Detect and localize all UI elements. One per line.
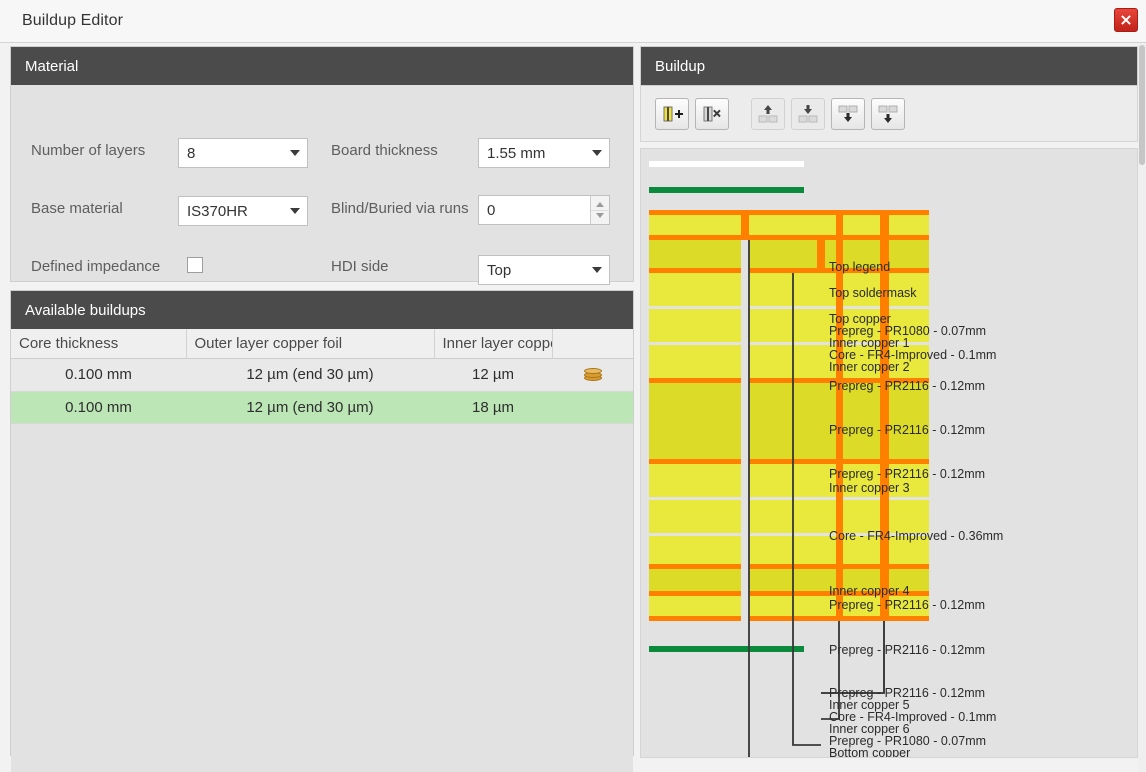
board-thickness-select[interactable]: 1.55 mm <box>478 138 610 168</box>
layer-label: Prepreg - PR2116 - 0.12mm <box>829 423 986 437</box>
blind-buried-via-runs-value: 0 <box>487 202 496 219</box>
column-header-core-thickness[interactable]: Core thickness <box>11 329 187 359</box>
defined-impedance-label: Defined impedance <box>31 258 161 275</box>
close-icon[interactable] <box>1114 8 1138 32</box>
right-column: Buildup Top legend Top soldermask Top co… <box>640 46 1138 764</box>
chevron-down-icon <box>290 208 300 214</box>
window-scrollbar[interactable] <box>1138 43 1146 772</box>
available-buildups-table: Core thickness Outer layer copper foil I… <box>11 329 633 424</box>
buildup-editor-window: Buildup Editor Material Number of layers… <box>0 0 1146 772</box>
number-of-layers-label: Number of layers <box>31 142 146 159</box>
layer-label: Inner copper 3 <box>829 481 910 495</box>
cell-inner-layer-copper: 12 µm <box>434 358 552 392</box>
cell-core-thickness: 0.100 mm <box>11 391 186 424</box>
hdi-side-value: Top <box>487 262 512 279</box>
blind-buried-via-runs-label: Blind/Buried via runs <box>331 200 469 217</box>
material-form: Number of layers 8 Board thickness 1.55 … <box>11 85 633 285</box>
table-header-row: Core thickness Outer layer copper foil I… <box>11 329 633 359</box>
coin-icon <box>583 367 603 384</box>
stepper-down-icon[interactable] <box>596 213 604 218</box>
layer-label: Core - FR4-Improved - 0.36mm <box>829 529 1004 543</box>
base-material-label: Base material <box>31 200 123 217</box>
chevron-down-icon <box>290 150 300 156</box>
layer-label: Prepreg - PR2116 - 0.12mm <box>829 643 986 657</box>
scrollbar-thumb[interactable] <box>1139 45 1145 165</box>
layer-label: Prepreg - PR2116 - 0.12mm <box>829 379 986 393</box>
table-empty-area <box>11 423 633 772</box>
window-titlebar: Buildup Editor <box>0 0 1146 43</box>
board-thickness-label: Board thickness <box>331 142 438 159</box>
number-of-layers-select[interactable]: 8 <box>178 138 308 168</box>
cell-core-thickness: 0.100 mm <box>11 358 186 392</box>
stepper-up-icon[interactable] <box>596 202 604 207</box>
number-of-layers-value: 8 <box>187 145 196 162</box>
delete-layer-button[interactable] <box>695 97 729 130</box>
base-material-select[interactable]: IS370HR <box>178 196 308 226</box>
cell-coin <box>552 391 633 424</box>
move-layer-down-button[interactable] <box>791 97 825 130</box>
table-row[interactable]: 0.100 mm 12 µm (end 30 µm) 12 µm <box>11 358 633 392</box>
material-panel-header: Material <box>11 47 633 85</box>
table-row[interactable]: 0.100 mm 12 µm (end 30 µm) 18 µm <box>11 391 633 424</box>
stepper-buttons[interactable] <box>590 196 610 224</box>
cell-outer-layer-copper-foil: 12 µm (end 30 µm) <box>186 391 434 424</box>
available-buildups-header: Available buildups <box>11 291 633 329</box>
available-buildups-panel: Available buildups Core thickness Outer … <box>10 290 634 772</box>
stepper-divider <box>591 210 610 211</box>
cell-outer-layer-copper-foil: 12 µm (end 30 µm) <box>186 358 434 392</box>
defined-impedance-checkbox[interactable] <box>187 257 203 273</box>
layer-label: Inner copper 4 <box>829 584 910 598</box>
hdi-side-label: HDI side <box>331 258 389 275</box>
column-header-icon[interactable] <box>552 329 633 359</box>
add-layer-button[interactable] <box>655 97 689 130</box>
blind-buried-via-runs-stepper[interactable]: 0 <box>478 195 610 225</box>
layer-label: Inner copper 2 <box>829 360 910 374</box>
column-header-inner-layer-copper[interactable]: Inner layer copper <box>434 329 553 359</box>
merge-down-button[interactable] <box>871 97 905 130</box>
left-column: Material Number of layers 8 Board thickn… <box>10 46 634 772</box>
chevron-down-icon <box>592 267 602 273</box>
stackup-graphic <box>649 161 929 757</box>
cell-coin[interactable] <box>552 358 633 392</box>
board-thickness-value: 1.55 mm <box>487 145 546 162</box>
buildup-diagram[interactable]: Top legend Top soldermask Top copper Pre… <box>640 148 1138 758</box>
layer-label: Prepreg - PR2116 - 0.12mm <box>829 467 986 481</box>
window-title: Buildup Editor <box>22 12 124 29</box>
material-panel: Material Number of layers 8 Board thickn… <box>10 46 634 285</box>
layer-label: Bottom copper <box>829 746 911 758</box>
chevron-down-icon <box>592 150 602 156</box>
merge-up-button[interactable] <box>831 97 865 130</box>
column-header-outer-layer-copper-foil[interactable]: Outer layer copper foil <box>186 329 435 359</box>
layer-label: Top soldermask <box>829 286 917 300</box>
layer-label: Top legend <box>829 260 891 274</box>
cell-inner-layer-copper: 18 µm <box>434 391 552 424</box>
layer-label: Prepreg - PR2116 - 0.12mm <box>829 598 986 612</box>
move-layer-up-button[interactable] <box>751 97 785 130</box>
buildup-toolbar <box>640 86 1138 142</box>
base-material-value: IS370HR <box>187 203 248 220</box>
buildup-panel: Buildup <box>640 46 1138 86</box>
buildup-panel-header: Buildup <box>641 47 1137 85</box>
hdi-side-select[interactable]: Top <box>478 255 610 285</box>
